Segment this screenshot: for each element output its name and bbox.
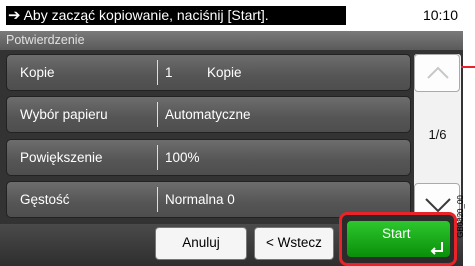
callout-line (461, 66, 475, 68)
screen-title-bar: Potwierdzenie (0, 31, 463, 50)
figure-code: GB0820_00 (455, 195, 465, 238)
scroll-panel: 1/6 (414, 54, 461, 223)
setting-value: 100% (165, 150, 200, 165)
divider (157, 102, 158, 127)
setting-label: Powiększenie (20, 150, 103, 165)
chevron-up-icon (427, 66, 449, 79)
scroll-up-button[interactable] (414, 54, 460, 92)
start-button-highlight: Start (339, 212, 457, 266)
setting-label: Gęstość (20, 192, 70, 207)
enter-icon (430, 242, 443, 255)
setting-unit: Kopie (207, 65, 242, 80)
arrow-right-icon: ➔ (8, 7, 21, 24)
divider (157, 145, 158, 170)
start-button[interactable]: Start (347, 221, 450, 257)
cancel-button[interactable]: Anuluj (155, 227, 247, 260)
setting-value: Automatyczne (165, 107, 251, 122)
screen-title: Potwierdzenie (6, 33, 85, 47)
setting-value: 1 (165, 65, 173, 80)
setting-value: Normalna 0 (165, 192, 235, 207)
setting-label: Kopie (20, 65, 55, 80)
setting-row-copies[interactable]: Kopie 1 Kopie (6, 54, 411, 91)
setting-label: Wybór papieru (20, 107, 108, 122)
page-indicator: 1/6 (428, 127, 447, 142)
setting-row-zoom[interactable]: Powiększenie 100% (6, 139, 411, 176)
clock: 10:10 (422, 7, 458, 23)
message-text: Aby zacząć kopiowanie, naciśnij [Start]. (23, 7, 269, 23)
setting-row-paper-selection[interactable]: Wybór papieru Automatyczne (6, 96, 411, 133)
divider (157, 187, 158, 212)
back-button[interactable]: < Wstecz (254, 227, 334, 260)
message-display: ➔ Aby zacząć kopiowanie, naciśnij [Start]… (6, 6, 346, 25)
divider (157, 60, 158, 85)
status-bar: ➔ Aby zacząć kopiowanie, naciśnij [Start]… (0, 0, 463, 31)
start-label: Start (382, 226, 411, 241)
